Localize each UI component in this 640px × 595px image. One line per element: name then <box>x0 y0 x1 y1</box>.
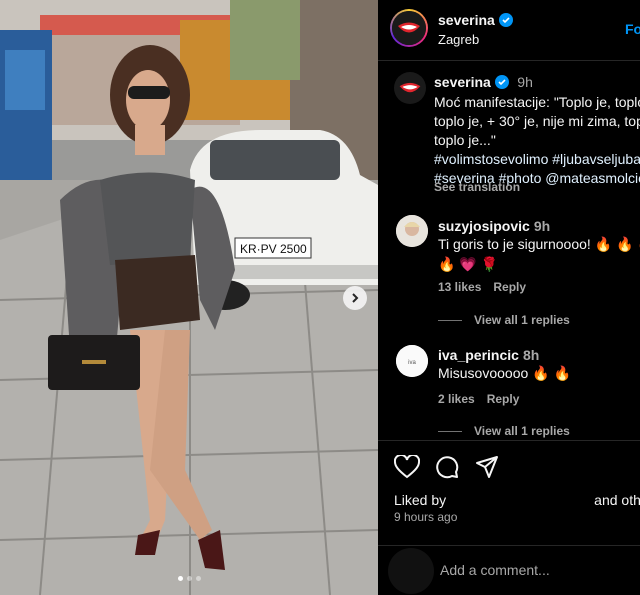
post-actions-bar: Liked by and othe 9 hours ago <box>378 440 640 561</box>
author-username[interactable]: severina <box>438 12 495 28</box>
reply-button[interactable]: Reply <box>487 392 520 406</box>
caption-username[interactable]: severina <box>434 74 491 90</box>
post-side-panel: severina Zagreb Fo severina 9h Moć manif… <box>378 0 640 595</box>
carousel-dot <box>186 576 192 581</box>
comment-text: Misusovooooo 🔥 🔥 <box>438 365 571 381</box>
comment-meta: 13 likes Reply <box>438 280 538 294</box>
comment-text: Ti goris to je sigurnoooo! 🔥 🔥 🔥 🔥 💗 🌹 <box>438 236 640 272</box>
redacted-username <box>450 489 591 509</box>
verified-icon <box>494 75 509 89</box>
post-header: severina Zagreb Fo <box>378 0 640 61</box>
verified-icon <box>498 13 513 27</box>
comment-time[interactable]: 9h <box>534 218 550 234</box>
next-arrow-icon <box>352 293 359 303</box>
caption-line: toplo je, + 30° je, nije mi zima, top <box>434 113 640 129</box>
carousel-dot <box>177 576 183 581</box>
commenter-avatar[interactable]: iva <box>396 345 428 377</box>
carousel-indicator <box>0 576 378 581</box>
next-image-button[interactable] <box>343 286 367 310</box>
post-photo[interactable]: KR·PV 2500 <box>0 0 378 595</box>
caption-time[interactable]: 9h <box>517 74 533 90</box>
view-replies-button[interactable]: View all 1 replies <box>438 424 570 438</box>
post-timestamp[interactable]: 9 hours ago <box>394 510 457 524</box>
comment-likes[interactable]: 13 likes <box>438 280 481 294</box>
heart-icon[interactable] <box>394 455 420 479</box>
view-replies-button[interactable]: View all 1 replies <box>438 313 570 327</box>
liked-by-text: Liked by and othe <box>394 489 640 509</box>
liked-by-prefix: Liked by <box>394 492 447 508</box>
liked-by-suffix[interactable]: and othe <box>594 492 640 508</box>
commenter-avatar[interactable] <box>396 215 428 247</box>
viewer-avatar <box>388 548 434 594</box>
caption-hashtags[interactable]: #volimstosevolimo #ljubavseljuba <box>434 150 640 169</box>
add-comment-bar: Add a comment... <box>378 545 640 595</box>
reply-button[interactable]: Reply <box>493 280 526 294</box>
street-photo-image: KR·PV 2500 <box>0 0 378 595</box>
share-icon[interactable] <box>475 455 499 479</box>
comment-likes[interactable]: 2 likes <box>438 392 475 406</box>
comment-time[interactable]: 8h <box>523 347 539 363</box>
post-location[interactable]: Zagreb <box>438 32 479 47</box>
follow-button[interactable]: Fo <box>625 21 640 37</box>
caption-author-avatar[interactable] <box>394 72 426 104</box>
caption-line: Moć manifestacije: "Toplo je, toplo <box>434 94 640 110</box>
carousel-dot <box>195 576 201 581</box>
add-comment-input[interactable]: Add a comment... <box>440 562 550 578</box>
svg-text:iva: iva <box>408 360 416 366</box>
caption-text: Moć manifestacije: "Toplo je, toplo topl… <box>434 93 640 188</box>
comment-username[interactable]: suzyjosipovic 9h <box>438 218 550 234</box>
see-translation-link[interactable]: See translation <box>434 180 520 194</box>
svg-text:KR·PV 2500: KR·PV 2500 <box>240 242 307 256</box>
author-avatar[interactable] <box>390 9 428 47</box>
comment-meta: 2 likes Reply <box>438 392 531 406</box>
comment-icon[interactable] <box>435 455 459 479</box>
caption-line: toplo je..." <box>434 132 496 148</box>
comment-username[interactable]: iva_perincic 8h <box>438 347 539 363</box>
